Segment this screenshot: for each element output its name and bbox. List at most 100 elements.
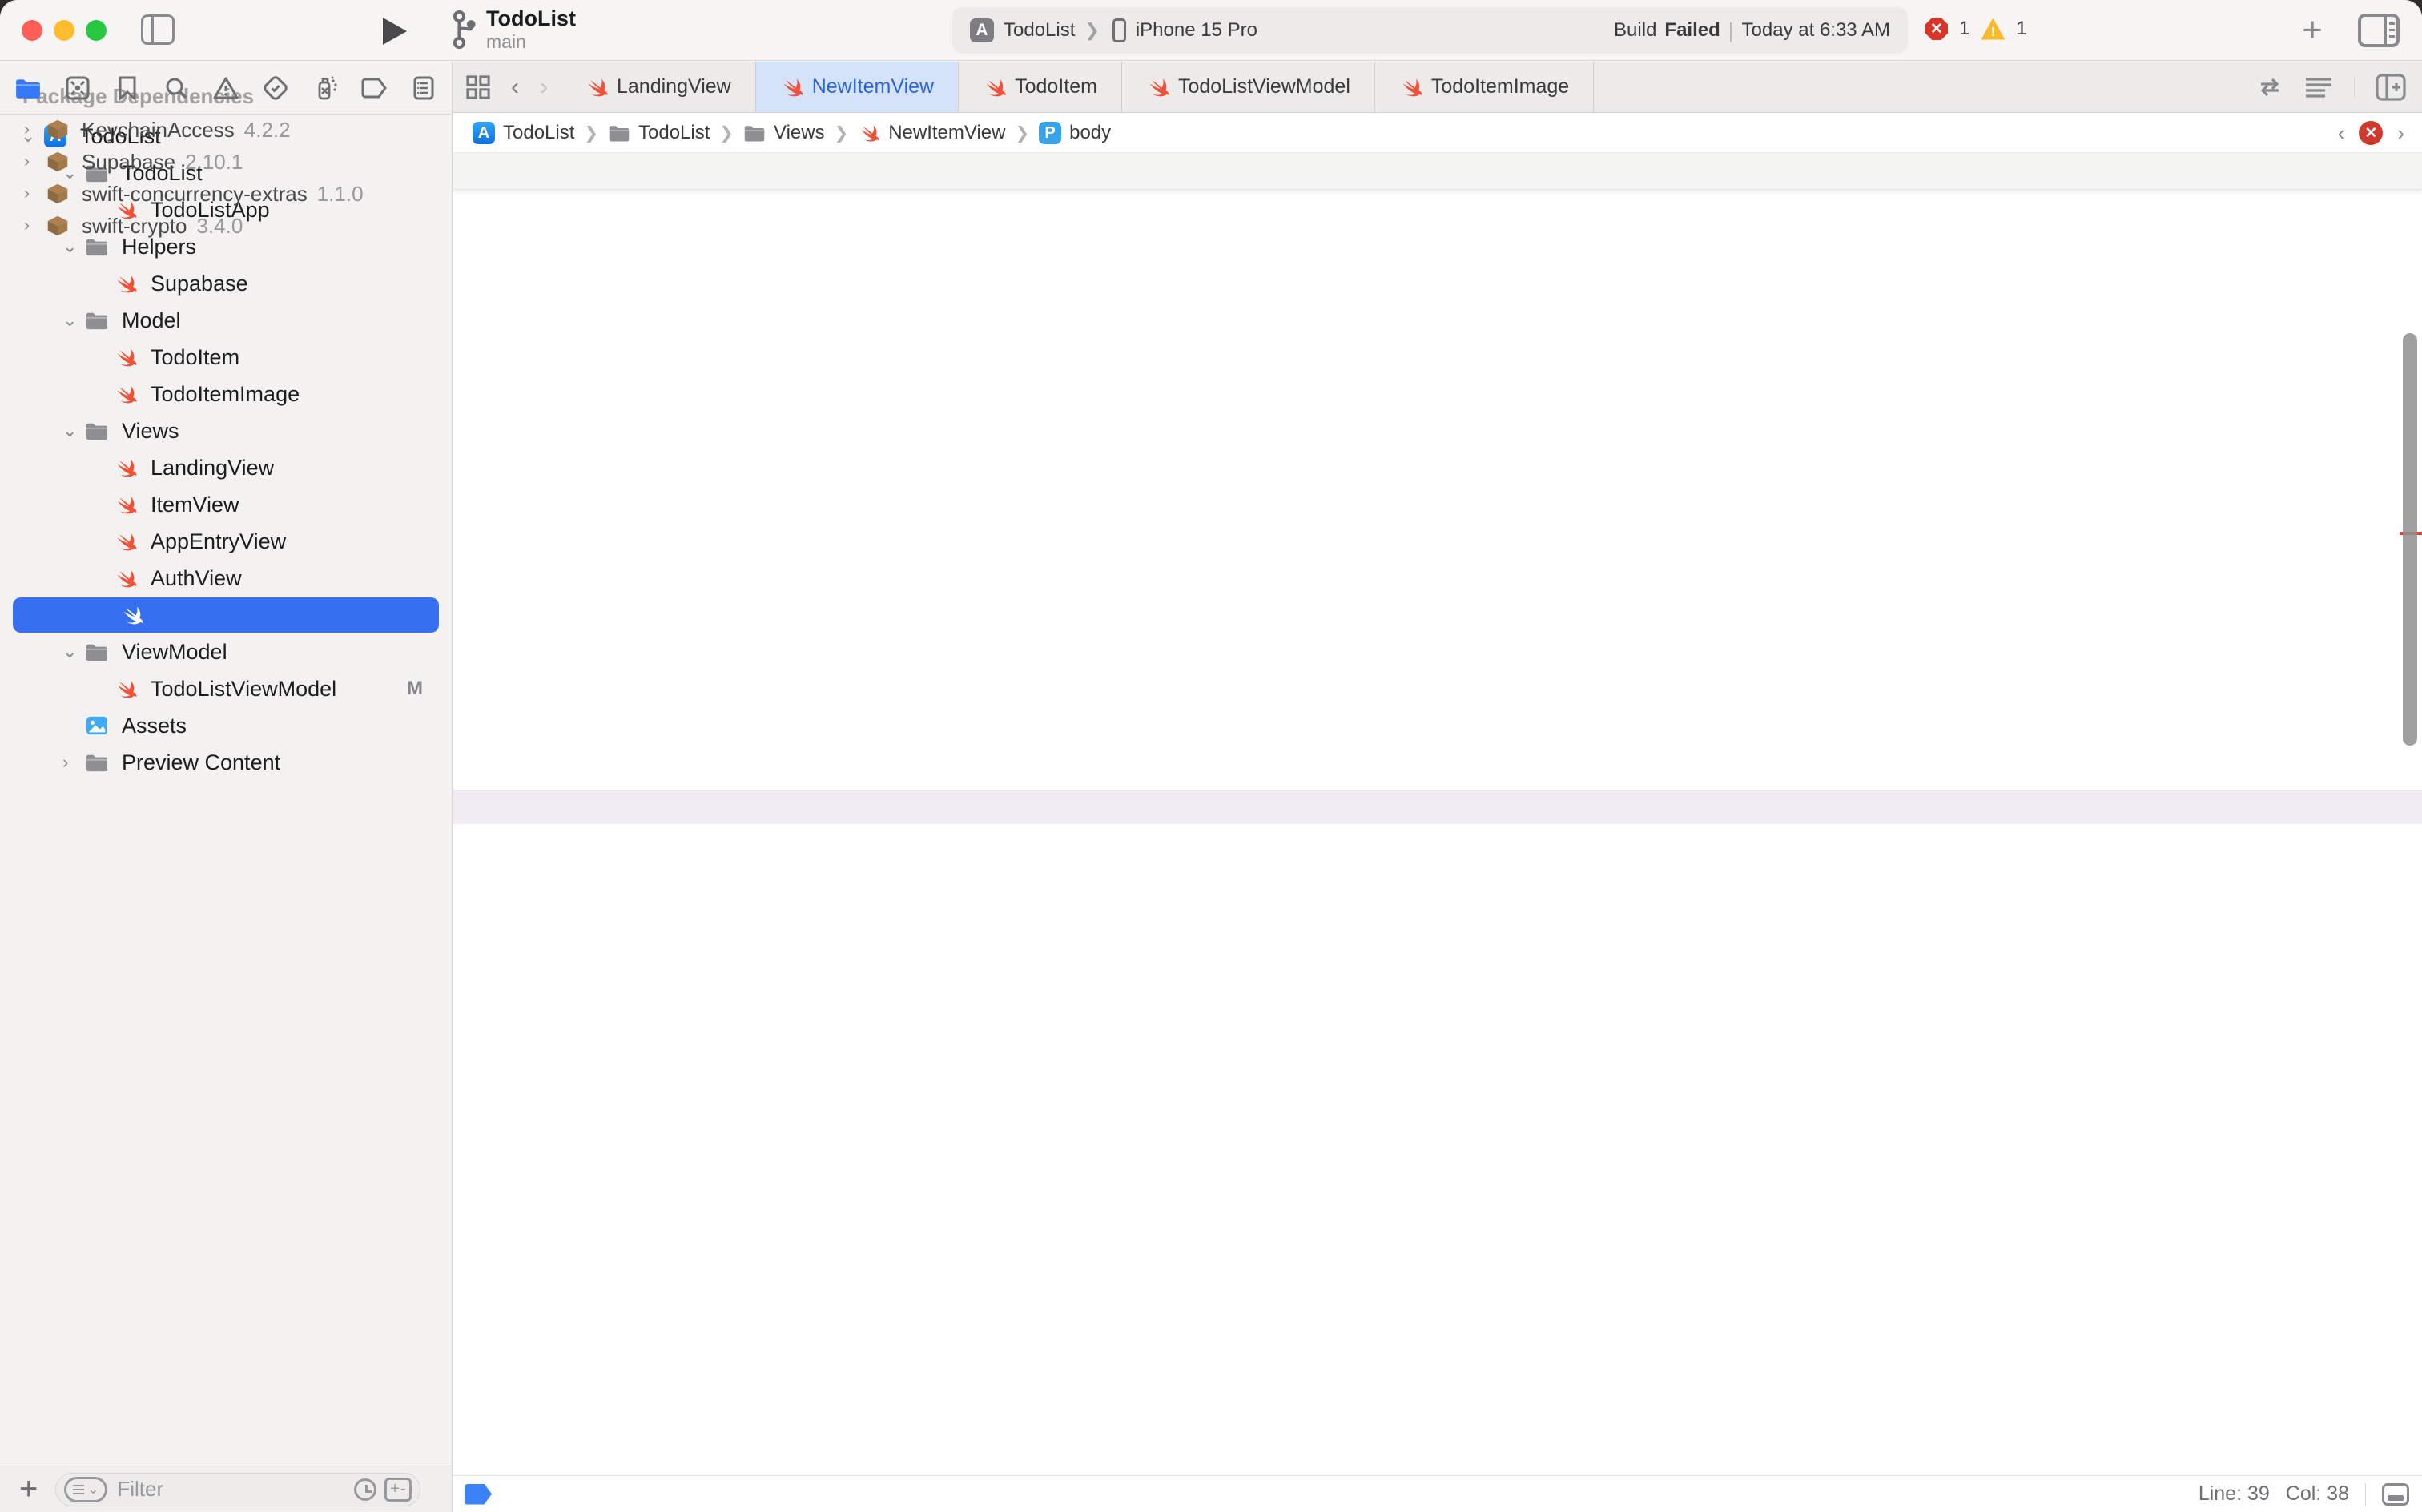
code-line-51 (453, 1209, 2422, 1245)
minimap-toggle-icon[interactable] (2382, 1483, 2409, 1506)
file-tree-row-LandingView[interactable]: LandingView (0, 449, 452, 486)
folder-icon (743, 123, 766, 143)
navigator-reports-icon[interactable] (410, 74, 437, 102)
filter-field[interactable]: ⌄ Filter +- (55, 1473, 420, 1506)
file-tree-row-ViewModel[interactable]: ⌄ViewModel (0, 633, 452, 670)
file-tree-row-TodoItemImage[interactable]: TodoItemImage (0, 376, 452, 412)
code-line-46 (453, 1035, 2422, 1070)
disclosure-right-icon[interactable]: › (24, 216, 30, 235)
navigator-issues-icon[interactable] (212, 74, 239, 102)
disclosure-right-icon[interactable]: › (62, 752, 68, 773)
disclosure-right-icon[interactable]: › (24, 152, 30, 171)
navigator-tests-icon[interactable] (262, 74, 289, 102)
breadcrumb-item-body[interactable]: Pbody (1039, 122, 1111, 144)
chevron-right-icon: ❯ (584, 123, 598, 143)
window-close-button[interactable] (22, 20, 42, 41)
editor-tab-NewItemView[interactable]: NewItemView (756, 62, 959, 112)
run-button[interactable] (383, 18, 407, 45)
file-tree-row-TodoItem[interactable]: TodoItem (0, 339, 452, 376)
scm-filter-icon[interactable]: +- (384, 1478, 412, 1502)
code-line-27 (453, 369, 2422, 404)
folder-icon (85, 310, 109, 331)
code-line-45 (453, 999, 2422, 1035)
disclosure-right-icon[interactable]: › (24, 184, 30, 203)
file-tree-row-AuthView[interactable]: AuthView (0, 560, 452, 597)
editor-tab-TodoItemImage[interactable]: TodoItemImage (1375, 62, 1594, 112)
file-tree-row-Preview-Content[interactable]: ›Preview Content (0, 744, 452, 781)
swift-file-icon (114, 529, 138, 553)
add-file-button[interactable]: + (19, 1471, 38, 1507)
editor-tab-TodoListViewModel[interactable]: TodoListViewModel (1122, 62, 1375, 112)
disclosure-right-icon[interactable]: › (24, 120, 30, 139)
folder-icon (85, 752, 109, 773)
code-line-42 (453, 895, 2422, 930)
editor-scrollbar[interactable] (2400, 153, 2422, 1475)
file-tree-row-Views[interactable]: ⌄Views (0, 412, 452, 449)
issue-badge-icon[interactable]: ✕ (2359, 121, 2383, 145)
navigator-find-icon[interactable] (163, 74, 190, 102)
chevron-right-icon: ❯ (1084, 20, 1099, 41)
scrollbar-thumb[interactable] (2403, 333, 2417, 746)
sidebar-toggle-icon[interactable] (141, 14, 175, 45)
swap-editor-icon[interactable] (2256, 76, 2283, 99)
breakpoints-toggle-icon[interactable] (465, 1484, 492, 1505)
breadcrumb-label: NewItemView (888, 122, 1005, 144)
code-line-44 (453, 964, 2422, 999)
related-items-grid-icon[interactable] (466, 75, 490, 99)
source-editor[interactable] (453, 153, 2422, 1475)
warning-count[interactable]: 1 (2016, 18, 2026, 40)
file-tree-row-AppEntryView[interactable]: AppEntryView (0, 523, 452, 560)
file-tree-row-ItemView[interactable]: ItemView (0, 486, 452, 523)
file-tree-row-Supabase[interactable]: Supabase (0, 265, 452, 302)
error-badge-icon[interactable]: ✕ (1925, 18, 1948, 40)
package-version: 1.1.0 (317, 182, 364, 207)
package-row-KeychainAccess[interactable]: ›KeychainAccess4.2.2 (0, 114, 452, 146)
divider (2354, 76, 2355, 99)
code-line-34 (453, 614, 2422, 649)
run-destination[interactable]: iPhone 15 Pro (1136, 19, 1257, 42)
back-icon[interactable]: ‹ (511, 74, 519, 101)
editor-tab-TodoItem[interactable]: TodoItem (959, 62, 1122, 112)
disclosure-down-icon[interactable]: ⌄ (62, 420, 77, 441)
breadcrumb-item-NewItemView[interactable]: NewItemView (858, 122, 1005, 144)
navigator-project-icon[interactable] (14, 74, 42, 102)
package-row-swift-concurrency-extras[interactable]: ›swift-concurrency-extras1.1.0 (0, 178, 452, 210)
package-icon (46, 183, 69, 205)
disclosure-down-icon[interactable]: ⌄ (62, 641, 77, 662)
file-tree-row-TodoListViewModel[interactable]: TodoListViewModelM (0, 670, 452, 707)
recent-files-icon[interactable] (354, 1478, 376, 1501)
file-tree-row-NewItemView[interactable]: NewItemView (0, 597, 452, 633)
breadcrumb-item-TodoList[interactable]: ATodoList (473, 122, 574, 144)
swift-file-icon (1146, 75, 1170, 99)
warning-badge-icon[interactable]: ! (1981, 18, 2005, 40)
next-issue-icon[interactable]: › (2397, 121, 2404, 146)
file-tree-row-Model[interactable]: ⌄Model (0, 302, 452, 339)
sidebar-filter-bar: + ⌄ Filter +- (0, 1466, 452, 1512)
activity-status-bar[interactable]: A TodoList ❯ iPhone 15 Pro Build Failed … (952, 7, 1908, 54)
split-editor-icon[interactable] (2376, 74, 2406, 101)
error-count[interactable]: 1 (1959, 18, 1969, 40)
package-row-swift-crypto[interactable]: ›swift-crypto3.4.0 (0, 210, 452, 242)
breadcrumb-item-Views[interactable]: Views (743, 122, 825, 144)
assets-icon (85, 715, 109, 736)
editor-tab-LandingView[interactable]: LandingView (561, 62, 756, 112)
navigator-breakpoints-icon[interactable] (360, 74, 388, 102)
library-add-button[interactable]: + (2302, 13, 2323, 48)
previous-issue-icon[interactable]: ‹ (2338, 121, 2345, 146)
window-zoom-button[interactable] (86, 20, 107, 41)
tab-label: TodoListViewModel (1178, 75, 1350, 99)
xcode-window: TodoList main A TodoList ❯ iPhone 15 Pro… (0, 0, 2422, 1512)
package-row-Supabase[interactable]: ›Supabase2.10.1 (0, 146, 452, 178)
breadcrumb-item-TodoList[interactable]: TodoList (608, 122, 710, 144)
file-tree-row-Assets[interactable]: Assets (0, 707, 452, 744)
navigator-source-control-icon[interactable] (64, 74, 91, 102)
code-line-29 (453, 440, 2422, 475)
window-minimize-button[interactable] (54, 20, 74, 41)
inspector-toggle-icon[interactable] (2358, 14, 2400, 47)
navigator-bookmarks-icon[interactable] (114, 74, 141, 102)
editor-options-icon[interactable] (2304, 76, 2333, 99)
forward-icon[interactable]: › (540, 74, 548, 101)
navigator-debug-icon[interactable] (312, 74, 339, 102)
disclosure-down-icon[interactable]: ⌄ (62, 310, 77, 331)
scheme-name[interactable]: TodoList (1004, 19, 1075, 42)
